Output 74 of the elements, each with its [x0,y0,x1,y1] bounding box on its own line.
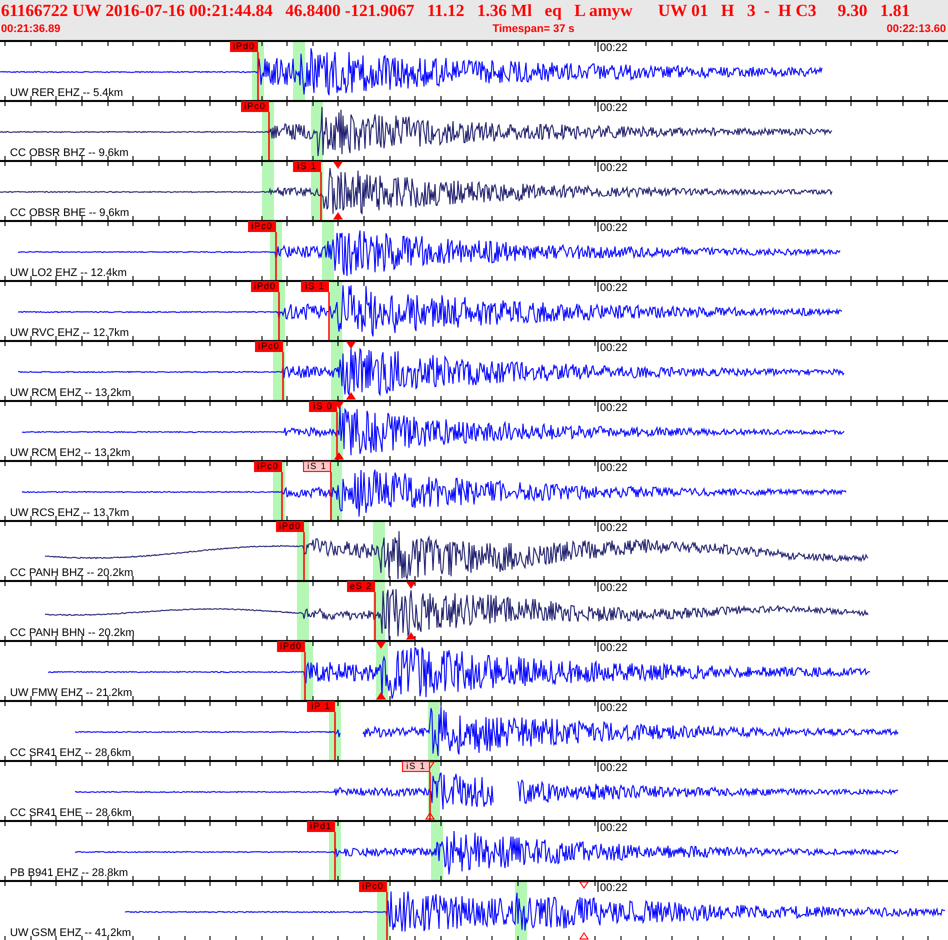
pick-line [304,652,306,700]
time-label: 00:22 [600,762,628,774]
station-label: UW FMW EHZ -- 21.2km [10,687,132,699]
event-summary: 61166722 UW 2016-07-16 00:21:44.84 46.8400 -121.9067 11.12 1.36 Ml eq L amyw UW 01 H 3 - H C3 9.30 1.81 [0,0,911,22]
pick-label[interactable]: iPd1 [307,821,335,832]
time-label: 00:22 [600,882,628,894]
station-label: UW RER EHZ -- 5.4km [10,87,124,99]
pick-line [334,712,336,760]
time-label: 00:22 [600,402,628,414]
pick-line [328,292,330,340]
marker-icon [333,162,343,220]
marker-icon [579,882,589,940]
pick-line [334,832,336,880]
time-label: 00:22 [600,162,628,174]
time-label: 00:22 [600,42,628,54]
pick-label[interactable]: iPc0 [359,881,387,892]
pick-label[interactable]: iS 1 [402,761,430,772]
time-label: 00:22 [600,522,628,534]
station-label: UW RVC EHZ -- 12.7km [10,327,129,339]
station-label: PB B941 EHZ -- 28.8km [10,867,128,879]
pick-label[interactable]: iP 1 [307,701,335,712]
pick-label[interactable]: iPd0 [277,641,305,652]
pick-window [262,161,274,220]
station-label: UW LO2 EHZ -- 12.4km [10,267,127,279]
pick-line [374,592,376,640]
pick-line [336,412,338,460]
time-label: 00:22 [600,342,628,354]
pick-line [320,172,322,220]
station-label: CC OBSR BHZ -- 9.6km [10,147,129,159]
pick-label[interactable]: eS 2 [347,581,375,592]
pick-label[interactable]: iPc0 [255,341,283,352]
time-label: 00:22 [600,102,628,114]
pick-line [303,532,305,580]
start-time: 00:21:36.89 [1,22,60,36]
station-label: UW RCS EHZ -- 13.7km [10,507,130,519]
pick-line [330,472,332,520]
station-label: CC PANH BHN -- 20.2km [10,627,134,639]
pick-label[interactable]: iPc0 [254,461,282,472]
pick-label[interactable]: iPc0 [241,101,269,112]
end-time: 00:22:13.60 [886,22,946,36]
time-label: 00:22 [600,222,628,234]
pick-line [257,52,259,100]
pick-label[interactable]: iPd0 [230,41,258,52]
pick-line [386,892,388,940]
pick-line [281,472,283,520]
pick-line [429,772,431,820]
station-label: UW GSM EHZ -- 41.2km [10,927,132,939]
pick-window [297,581,309,640]
time-label: 00:22 [600,822,628,834]
pick-line [278,292,280,340]
marker-icon [346,342,356,400]
pick-label[interactable]: iS 1 [303,461,331,472]
pick-label[interactable]: iS 1 [293,161,321,172]
station-label: CC OBSR BHE -- 9.6km [10,207,130,219]
timespan: Timespan= 37 s [492,22,575,36]
station-label: CC PANH BHZ -- 20.2km [10,567,134,579]
time-label: 00:22 [600,702,628,714]
pick-line [275,232,277,280]
time-label: 00:22 [600,582,628,594]
pick-line [282,352,284,400]
pick-label[interactable]: iPd0 [251,281,279,292]
station-label: CC SR41 EHZ -- 28.6km [10,747,132,759]
time-label: 00:22 [600,642,628,654]
station-label: UW RCM EH2 -- 13.2km [10,447,130,459]
station-label: UW RCM EHZ -- 13.2km [10,387,131,399]
pick-label[interactable]: iPc0 [248,221,276,232]
marker-icon [334,402,344,460]
pick-label[interactable]: iS 1 [301,281,329,292]
pick-label[interactable]: iPd0 [276,521,304,532]
time-label: 00:22 [600,462,628,474]
marker-icon [406,582,416,640]
time-label: 00:22 [600,282,628,294]
station-label: CC SR41 EHE -- 28.6km [10,807,132,819]
pick-line [268,112,270,160]
